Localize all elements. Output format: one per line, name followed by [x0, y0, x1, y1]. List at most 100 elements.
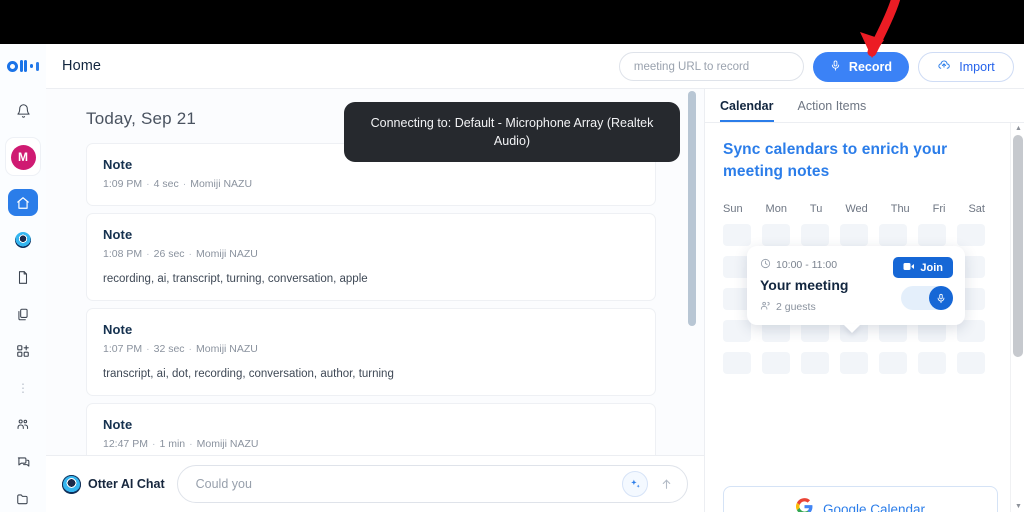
note-keywords: transcript, ai, dot, recording, conversa…: [103, 368, 394, 380]
import-button-label: Import: [959, 59, 995, 74]
otter-logo-icon[interactable]: [7, 60, 39, 72]
note-keywords: recording, ai, transcript, turning, conv…: [103, 273, 368, 285]
sidebar-item-otter-ai[interactable]: [9, 227, 37, 253]
meeting-card[interactable]: 10:00 - 11:00 Your meeting 2 guests Join: [747, 246, 965, 325]
sidebar-item-conversations[interactable]: [9, 449, 37, 475]
calendar-cell: [840, 352, 868, 374]
calendar-cell: [957, 320, 985, 342]
weekday-label: Tu: [809, 203, 823, 215]
notes-scrollbar-thumb[interactable]: [688, 91, 696, 326]
top-bar: Home Record: [0, 44, 1024, 89]
otter-ai-chat-bar: Otter AI Chat: [46, 455, 704, 512]
note-title: Note: [103, 227, 133, 242]
otter-app-window: Home Record: [0, 44, 1024, 512]
join-button-label: Join: [920, 261, 943, 274]
weekday-label: Thu: [890, 203, 910, 215]
calendar-cell: [723, 320, 751, 342]
tab-action-items[interactable]: Action Items: [798, 99, 867, 122]
note-meta: 1:09 PM · 4 sec · Momiji NAZU: [103, 178, 253, 190]
sidebar-item-channels[interactable]: [9, 412, 37, 438]
calendar-row: [723, 352, 985, 374]
weekday-label: Mon: [765, 203, 787, 215]
ai-sparkle-button[interactable]: [622, 471, 648, 497]
weekday-label: Wed: [845, 203, 868, 215]
google-calendar-button[interactable]: Google Calendar: [723, 486, 998, 512]
clock-icon: [760, 258, 771, 272]
weekday-label: Fri: [932, 203, 946, 215]
note-author: Momiji NAZU: [190, 178, 253, 190]
scroll-up-arrow-icon[interactable]: ▲: [1015, 125, 1022, 132]
chat-input[interactable]: [195, 477, 622, 491]
note-time: 1:07 PM: [103, 343, 143, 355]
note-title: Note: [103, 417, 133, 432]
page-title: Home: [62, 58, 102, 74]
sidebar-item-apps[interactable]: [9, 338, 37, 364]
google-icon: [795, 498, 813, 512]
send-button[interactable]: [653, 471, 679, 497]
note-duration: 32 sec: [153, 343, 185, 355]
import-button[interactable]: Import: [918, 51, 1014, 82]
right-panel-scrollbar[interactable]: ▲ ▼: [1010, 123, 1024, 512]
otter-ai-icon: [62, 474, 81, 494]
sidebar-item-folders[interactable]: [9, 486, 37, 512]
rail-nav: ⋮: [0, 189, 46, 512]
meeting-time: 10:00 - 11:00: [776, 259, 838, 271]
calendar-cell: [879, 352, 907, 374]
sidebar-item-home[interactable]: [8, 189, 38, 216]
calendar-cell: [918, 224, 946, 246]
calendar-cell: [801, 224, 829, 246]
calendar-row: [723, 224, 985, 246]
note-duration: 4 sec: [153, 178, 179, 190]
calendar-cell: [879, 224, 907, 246]
record-button-label: Record: [848, 59, 892, 74]
otter-ai-chat-label: Otter AI Chat: [88, 477, 165, 491]
note-time: 1:09 PM: [103, 178, 143, 190]
top-bar-actions: Record Import: [618, 44, 1014, 89]
panel-tabs: Calendar Action Items: [705, 89, 1024, 123]
microphone-icon: [830, 59, 841, 75]
sidebar-item-shared-notes[interactable]: [9, 301, 37, 327]
note-list: Note 1:09 PM · 4 sec · Momiji NAZU Note 1:08…: [86, 143, 656, 466]
sync-calendars-heading: Sync calendars to enrich your meeting no…: [723, 141, 948, 180]
weekday-label: Sun: [723, 203, 743, 215]
notifications-bell-icon[interactable]: [16, 103, 31, 124]
calendar-weekday-header: Sun Mon Tu Wed Thu Fri Sat: [723, 203, 985, 215]
note-author: Momiji NAZU: [196, 248, 258, 260]
join-button[interactable]: Join: [893, 257, 953, 278]
avatar: M: [10, 144, 36, 170]
chat-input-wrapper: [176, 465, 688, 503]
note-meta: 1:08 PM · 26 sec · Momiji NAZU: [103, 248, 258, 260]
cloud-upload-icon: [937, 59, 951, 75]
calendar-cell: [840, 224, 868, 246]
calendar-cell: [723, 352, 751, 374]
calendar-tab-content: Sync calendars to enrich your meeting no…: [705, 123, 1024, 512]
notes-scrollbar[interactable]: [688, 91, 696, 511]
sidebar-item-my-notes[interactable]: [9, 264, 37, 290]
meeting-url-input[interactable]: [618, 52, 804, 81]
avatar-cell[interactable]: M: [6, 138, 40, 175]
note-author: Momiji NAZU: [196, 343, 258, 355]
record-meeting-toggle[interactable]: [901, 286, 953, 310]
rail-more-dots-icon[interactable]: ⋮: [9, 375, 37, 401]
calendar-cell: [957, 352, 985, 374]
right-panel: Calendar Action Items Sync calendars to …: [704, 89, 1024, 512]
note-duration: 1 min: [159, 438, 186, 450]
weekday-label: Sat: [968, 203, 985, 215]
microphone-connecting-tooltip: Connecting to: Default - Microphone Arra…: [344, 102, 680, 162]
note-card[interactable]: Note 1:08 PM · 26 sec · Momiji NAZU recordin…: [86, 213, 656, 301]
people-icon: [760, 300, 771, 314]
scroll-down-arrow-icon[interactable]: ▼: [1015, 503, 1022, 510]
note-time: 12:47 PM: [103, 438, 148, 450]
note-card[interactable]: Note 1:07 PM · 32 sec · Momiji NAZU transcri…: [86, 308, 656, 396]
note-duration: 26 sec: [153, 248, 185, 260]
toggle-knob: [929, 286, 953, 310]
logo-area: [0, 44, 46, 89]
calendar-cell: [801, 352, 829, 374]
video-camera-icon: [903, 262, 915, 274]
calendar-grid: 10:00 - 11:00 Your meeting 2 guests Join: [723, 224, 985, 374]
right-panel-scrollbar-thumb[interactable]: [1013, 135, 1023, 357]
meeting-guests: 2 guests: [776, 301, 816, 313]
tab-calendar[interactable]: Calendar: [720, 99, 774, 122]
calendar-cell: [762, 352, 790, 374]
record-button[interactable]: Record: [812, 51, 909, 82]
